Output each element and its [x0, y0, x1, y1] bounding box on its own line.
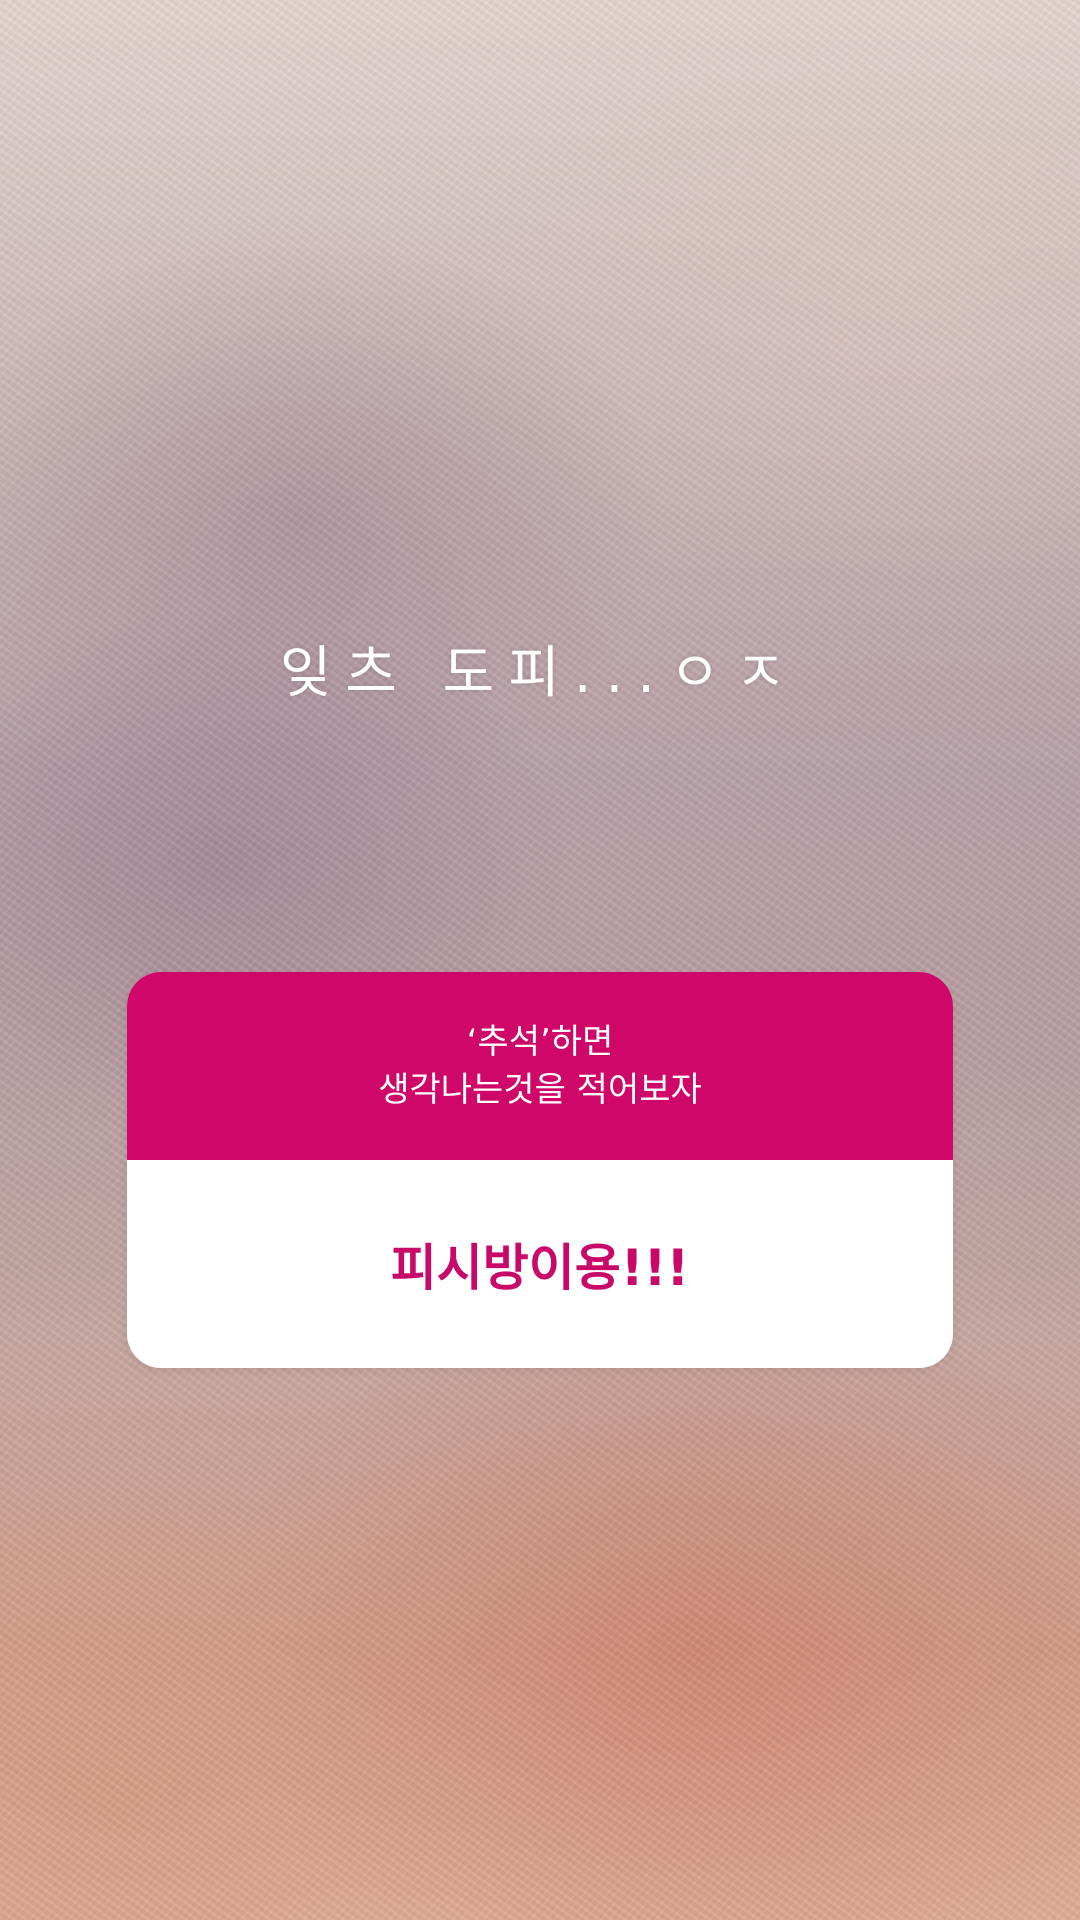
story-caption: 잊츠 도피...ㅇㅈ: [279, 641, 801, 706]
question-header: ‘추석’하면 생각나는것을 적어보자: [127, 972, 953, 1160]
question-sticker[interactable]: ‘추석’하면 생각나는것을 적어보자 피시방이용!!!: [127, 972, 953, 1368]
question-answer: 피시방이용!!!: [390, 1239, 690, 1297]
question-line-2: 생각나는것을 적어보자: [378, 1070, 702, 1110]
question-line-1: ‘추석’하면: [466, 1022, 614, 1062]
fur-texture: [0, 0, 1080, 1920]
story-background-photo: [0, 0, 1080, 1920]
